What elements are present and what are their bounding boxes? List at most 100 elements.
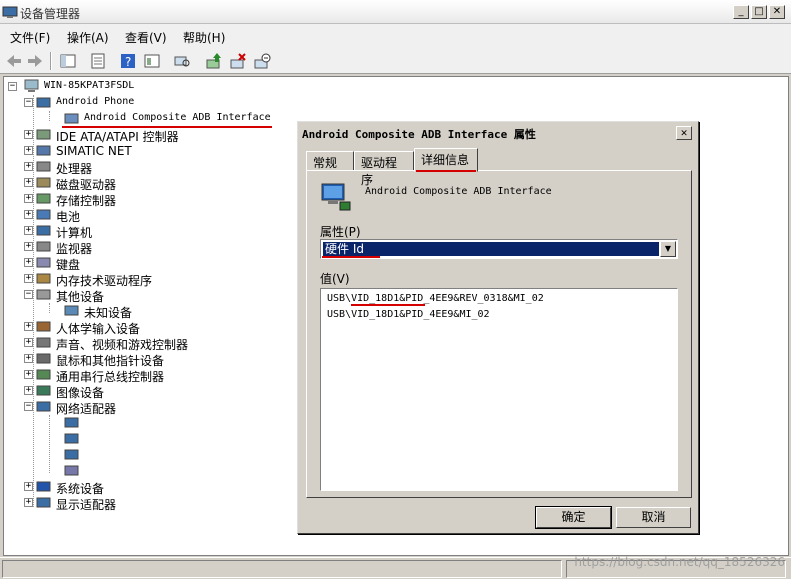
annotation-underline [416,170,476,172]
tree-category-item[interactable]: − 其他设备 [24,287,264,304]
tree-category-item[interactable]: − 网络适配器 [24,399,264,416]
update-driver-icon[interactable] [204,51,224,71]
expand-icon[interactable]: + [24,370,33,379]
device-manager-icon [2,6,18,18]
device-category-icon [36,241,51,252]
expand-icon[interactable]: + [24,322,33,331]
view-icon[interactable] [142,51,162,71]
expand-icon[interactable]: + [24,242,33,251]
help-icon[interactable]: ? [118,51,138,71]
expand-icon[interactable]: + [24,146,33,155]
device-category-icon [36,129,51,140]
list-item[interactable]: USB\VID_18D1&PID_4EE9&REV_0318&MI_02 [327,293,544,304]
expand-icon[interactable]: + [24,338,33,347]
tree-category-item[interactable]: − Android Phone [24,95,264,111]
svg-text:?: ? [125,55,131,69]
tab-driver[interactable]: 驱动程序 [354,151,414,187]
tree-category-item[interactable]: + 声音、视频和游戏控制器 [24,335,264,352]
collapse-icon[interactable]: − [24,290,33,299]
tree-category-item[interactable]: + 存储控制器 [24,191,264,208]
tree-item-label: SIMATIC NET [56,144,132,158]
tree-category-item[interactable]: + 显示适配器 [24,495,264,512]
value-label: 值(V) [320,272,350,286]
tree-category-item[interactable]: + 内存技术驱动程序 [24,271,264,288]
expand-icon[interactable]: + [24,258,33,267]
window-title: 设备管理器 [20,7,81,21]
expand-icon[interactable]: + [24,178,33,187]
menu-view[interactable]: 查看(V) [125,29,167,46]
minimize-button[interactable]: _ [733,5,749,19]
properties-dialog: Android Composite ADB Interface 属性 ✕ 常规 … [297,121,699,534]
ok-button[interactable]: 确定 [535,506,612,529]
tree-child-item[interactable]: 未知设备 [40,303,280,320]
device-category-icon [36,161,51,172]
tree-child-item[interactable] [40,447,280,463]
tab-details[interactable]: 详细信息 [414,148,478,172]
tree-child-item[interactable]: Android Composite ADB Interface [40,111,280,127]
device-category-icon [36,273,51,284]
tree-category-item[interactable]: + 磁盘驱动器 [24,175,264,192]
tab-general[interactable]: 常规 [306,151,354,171]
uninstall-icon[interactable] [228,51,248,71]
tree-category-item[interactable]: + 图像设备 [24,383,264,400]
tree-root[interactable]: − WIN-85KPAT3FSDL [8,79,308,95]
tree-category-item[interactable]: + 键盘 [24,255,264,272]
tree-category-item[interactable]: + 鼠标和其他指针设备 [24,351,264,368]
device-category-icon [36,481,51,492]
forward-icon[interactable] [25,51,45,71]
back-icon[interactable] [4,51,24,71]
close-button[interactable]: ✕ [769,5,785,19]
dialog-close-button[interactable]: ✕ [676,126,692,140]
tree-child-item[interactable] [40,431,280,447]
cancel-button[interactable]: 取消 [616,507,691,528]
chevron-down-icon[interactable]: ▼ [660,241,676,257]
collapse-icon[interactable]: − [8,82,17,91]
tree-category-item[interactable]: + 处理器 [24,159,264,176]
tree-category-item[interactable]: + 通用串行总线控制器 [24,367,264,384]
disable-device-icon[interactable] [252,51,272,71]
tree-child-item[interactable] [40,415,280,431]
device-category-icon [36,497,51,508]
device-category-icon [36,321,51,332]
tree-item-label: Android Composite ADB Interface [84,112,271,123]
device-category-icon [36,257,51,268]
expand-icon[interactable]: + [24,210,33,219]
expand-icon[interactable]: + [24,162,33,171]
expand-icon[interactable]: + [24,482,33,491]
expand-icon[interactable]: + [24,226,33,235]
expand-icon[interactable]: + [24,130,33,139]
maximize-button[interactable]: □ [751,5,767,19]
menu-file[interactable]: 文件(F) [10,29,50,46]
expand-icon[interactable]: + [24,498,33,507]
dialog-title: Android Composite ADB Interface 属性 [302,128,536,141]
tree-category-item[interactable]: + 监视器 [24,239,264,256]
device-category-icon [36,369,51,380]
device-category-icon [36,225,51,236]
value-list[interactable]: USB\VID_18D1&PID_4EE9&REV_0318&MI_02 USB… [320,288,678,491]
tree-category-item[interactable]: + 计算机 [24,223,264,240]
tree-category-item[interactable]: + SIMATIC NET [24,143,264,159]
tree-category-item[interactable]: + 电池 [24,207,264,224]
dialog-title-bar: Android Composite ADB Interface 属性 ✕ [300,124,696,142]
tree-category-item[interactable]: + IDE ATA/ATAPI 控制器 [24,127,264,144]
expand-icon[interactable]: + [24,274,33,283]
device-category-icon [64,417,79,428]
tree-category-item[interactable]: + 系统设备 [24,479,264,496]
scan-hardware-icon[interactable] [172,51,192,71]
expand-icon[interactable]: + [24,194,33,203]
expand-icon[interactable]: + [24,386,33,395]
menu-help[interactable]: 帮助(H) [183,29,225,46]
list-item[interactable]: USB\VID_18D1&PID_4EE9&MI_02 [327,309,490,320]
menu-action[interactable]: 操作(A) [67,29,109,46]
properties-icon[interactable] [88,51,108,71]
device-category-icon [36,337,51,348]
watermark: https://blog.csdn.net/qq_18526326 [574,555,785,569]
menu-bar: 文件(F) 操作(A) 查看(V) 帮助(H) [0,24,791,48]
collapse-icon[interactable]: − [24,402,33,411]
collapse-icon[interactable]: − [24,98,33,107]
show-hide-tree-icon[interactable] [58,51,78,71]
tree-child-item[interactable] [40,463,280,479]
device-category-icon [64,465,79,476]
tree-category-item[interactable]: + 人体学输入设备 [24,319,264,336]
expand-icon[interactable]: + [24,354,33,363]
